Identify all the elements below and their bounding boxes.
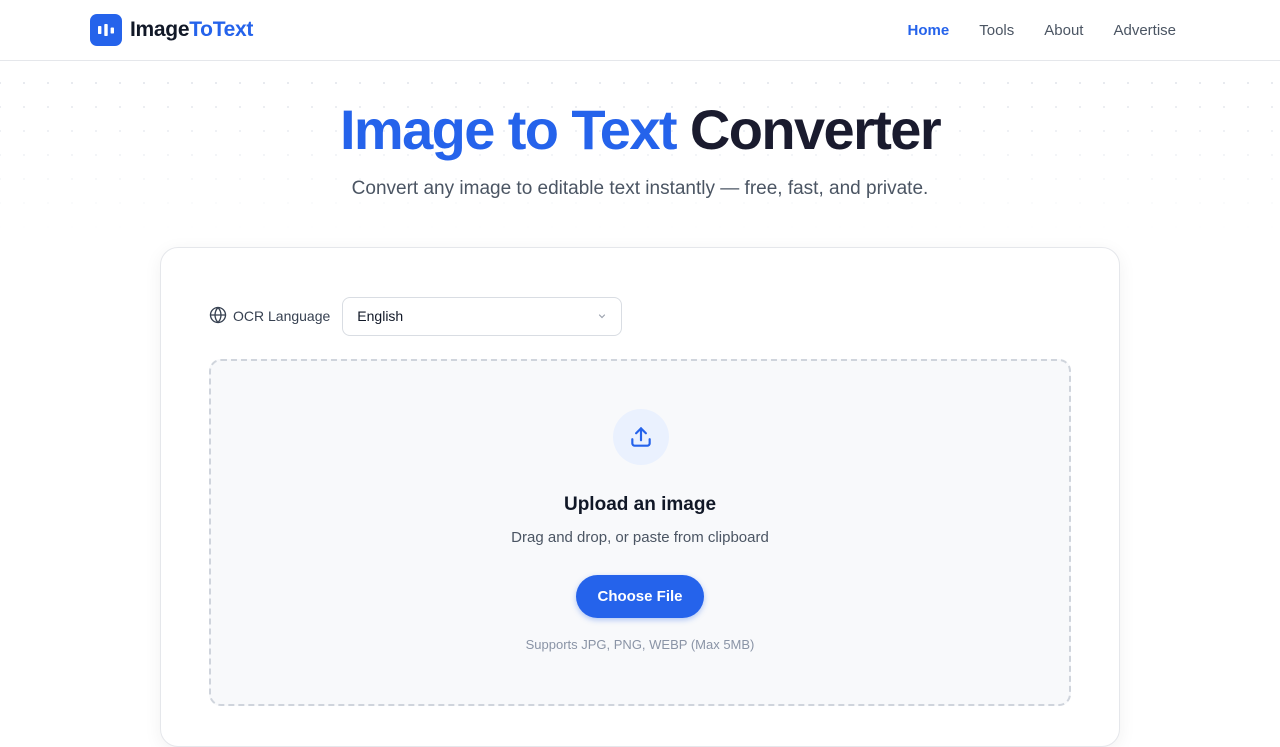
ocr-language-row: OCR Language English <box>209 296 623 336</box>
page-title-highlight: Image to Text <box>339 98 678 161</box>
supported-formats-note: Supports JPG, PNG, WEBP (Max 5MB) <box>525 637 755 652</box>
upload-dropzone[interactable]: Upload an image Drag and drop, or paste … <box>209 359 1071 706</box>
ocr-language-text: OCR Language <box>233 308 331 324</box>
choose-file-button[interactable]: Choose File <box>576 575 704 618</box>
top-navbar: ImageToText Home Tools About Advertise <box>0 0 1280 61</box>
ocr-language-value: English <box>357 308 404 324</box>
brand-name: ImageToText <box>130 18 253 42</box>
chevron-down-icon <box>597 308 607 324</box>
converter-card: OCR Language English Upload an image Dra… <box>160 247 1120 747</box>
upload-subtitle: Drag and drop, or paste from clipboard <box>511 529 769 546</box>
nav-advertise[interactable]: Advertise <box>1113 22 1176 39</box>
nav-about[interactable]: About <box>1044 22 1083 39</box>
ocr-language-label: OCR Language <box>209 306 330 327</box>
page-title-rest: Converter <box>689 98 942 161</box>
brand-logo[interactable]: ImageToText <box>90 14 253 46</box>
ocr-language-select[interactable]: English <box>342 296 623 336</box>
upload-title: Upload an image <box>563 494 717 515</box>
globe-icon <box>209 306 227 327</box>
upload-icon <box>613 409 669 465</box>
brand-name-part1: Image <box>130 18 190 41</box>
nav-home[interactable]: Home <box>908 22 950 39</box>
nav-tools[interactable]: Tools <box>979 22 1014 39</box>
brand-name-part2: ToText <box>189 18 254 41</box>
page-subtitle: Convert any image to editable text insta… <box>351 178 929 199</box>
page-title: Image to Text Converter <box>0 96 1280 164</box>
bar-chart-icon <box>90 14 122 46</box>
main-nav: Home Tools About Advertise <box>908 0 1176 60</box>
